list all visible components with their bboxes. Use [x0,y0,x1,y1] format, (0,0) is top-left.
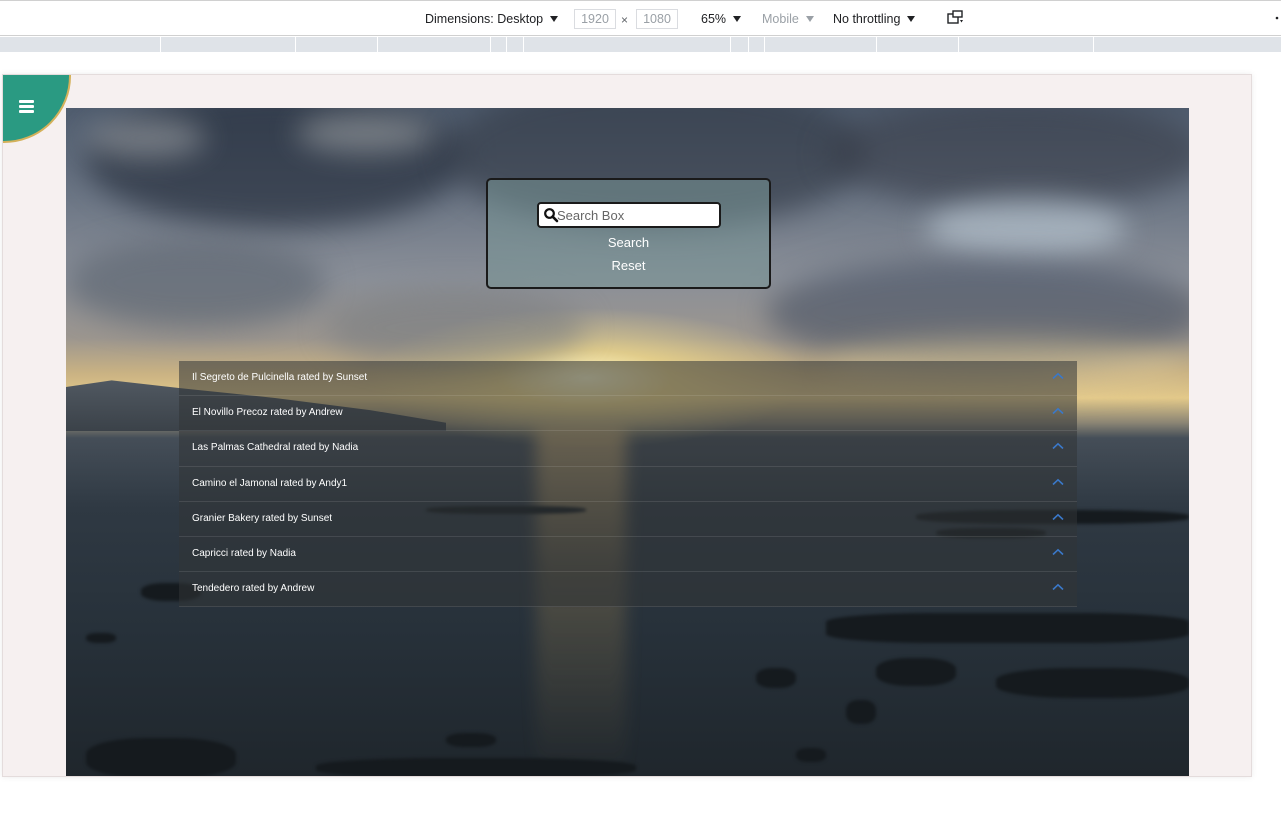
times-sign: × [621,13,629,27]
accordion-item-label: Il Segreto de Pulcinella rated by Sunset [192,372,368,383]
accordion-item[interactable]: Il Segreto de Pulcinella rated by Sunset [179,361,1077,397]
width-input[interactable]: 1920 [574,9,616,29]
chevron-down-icon [550,16,559,22]
accordion-item-label: Las Palmas Cathedral rated by Nadia [192,442,359,454]
chevron-up-icon[interactable] [1052,407,1064,415]
accordion-item-label: Camino el Jamonal rated by Andy1 [192,477,348,489]
page-viewport: Search Reset Il Segreto de Pulcinella ra… [2,74,1252,777]
reset-button[interactable]: Reset [488,258,769,273]
rotate-icon[interactable] [947,10,965,26]
hamburger-menu-icon[interactable] [19,100,34,113]
accordion-item[interactable]: Capricci rated by Nadia [179,537,1077,573]
dimensions-label: Dimensions: Desktop [425,12,544,26]
search-button[interactable]: Search [488,235,769,250]
accordion-item[interactable]: Granier Bakery rated by Sunset [179,502,1077,537]
height-input[interactable]: 1080 [636,9,678,29]
chevron-down-icon [733,16,742,22]
dimensions-dropdown[interactable]: Dimensions: Desktop [425,11,559,27]
chevron-up-icon[interactable] [1052,478,1064,486]
more-options-icon[interactable] [1275,9,1279,25]
device-mode-label: Mobile [762,12,799,26]
search-field[interactable] [537,202,721,228]
ratings-accordion: Il Segreto de Pulcinella rated by Sunset… [179,361,1077,608]
chevron-up-icon[interactable] [1052,372,1064,380]
zoom-label: 65% [701,12,727,26]
device-mode-dropdown[interactable]: Mobile [762,11,814,27]
accordion-item[interactable]: Las Palmas Cathedral rated by Nadia [179,431,1077,467]
chevron-down-icon [907,16,916,22]
accordion-item-label: Granier Bakery rated by Sunset [192,512,333,524]
zoom-dropdown[interactable]: 65% [701,11,742,27]
chevron-up-icon[interactable] [1052,548,1064,556]
throttling-label: No throttling [833,12,901,26]
nav-menu-circle[interactable] [3,75,71,143]
chevron-down-icon [805,16,814,22]
accordion-item[interactable]: Camino el Jamonal rated by Andy1 [179,467,1077,502]
accordion-item[interactable]: Tendedero rated by Andrew [179,572,1077,608]
chevron-up-icon[interactable] [1052,442,1064,450]
search-input[interactable] [557,206,717,224]
accordion-item-label: Capricci rated by Nadia [192,547,296,559]
accordion-item[interactable]: El Novillo Precoz rated by Andrew [179,396,1077,432]
devtools-device-toolbar: Dimensions: Desktop 1920 × 1080 65% Mobi… [0,0,1281,36]
media-query-bar[interactable] [0,37,1281,52]
search-panel: Search Reset [486,178,771,289]
accordion-item-label: Tendedero rated by Andrew [192,583,315,595]
chevron-up-icon[interactable] [1052,583,1064,591]
throttling-dropdown[interactable]: No throttling [833,11,916,27]
chevron-up-icon[interactable] [1052,513,1064,521]
accordion-item-label: El Novillo Precoz rated by Andrew [192,407,343,419]
